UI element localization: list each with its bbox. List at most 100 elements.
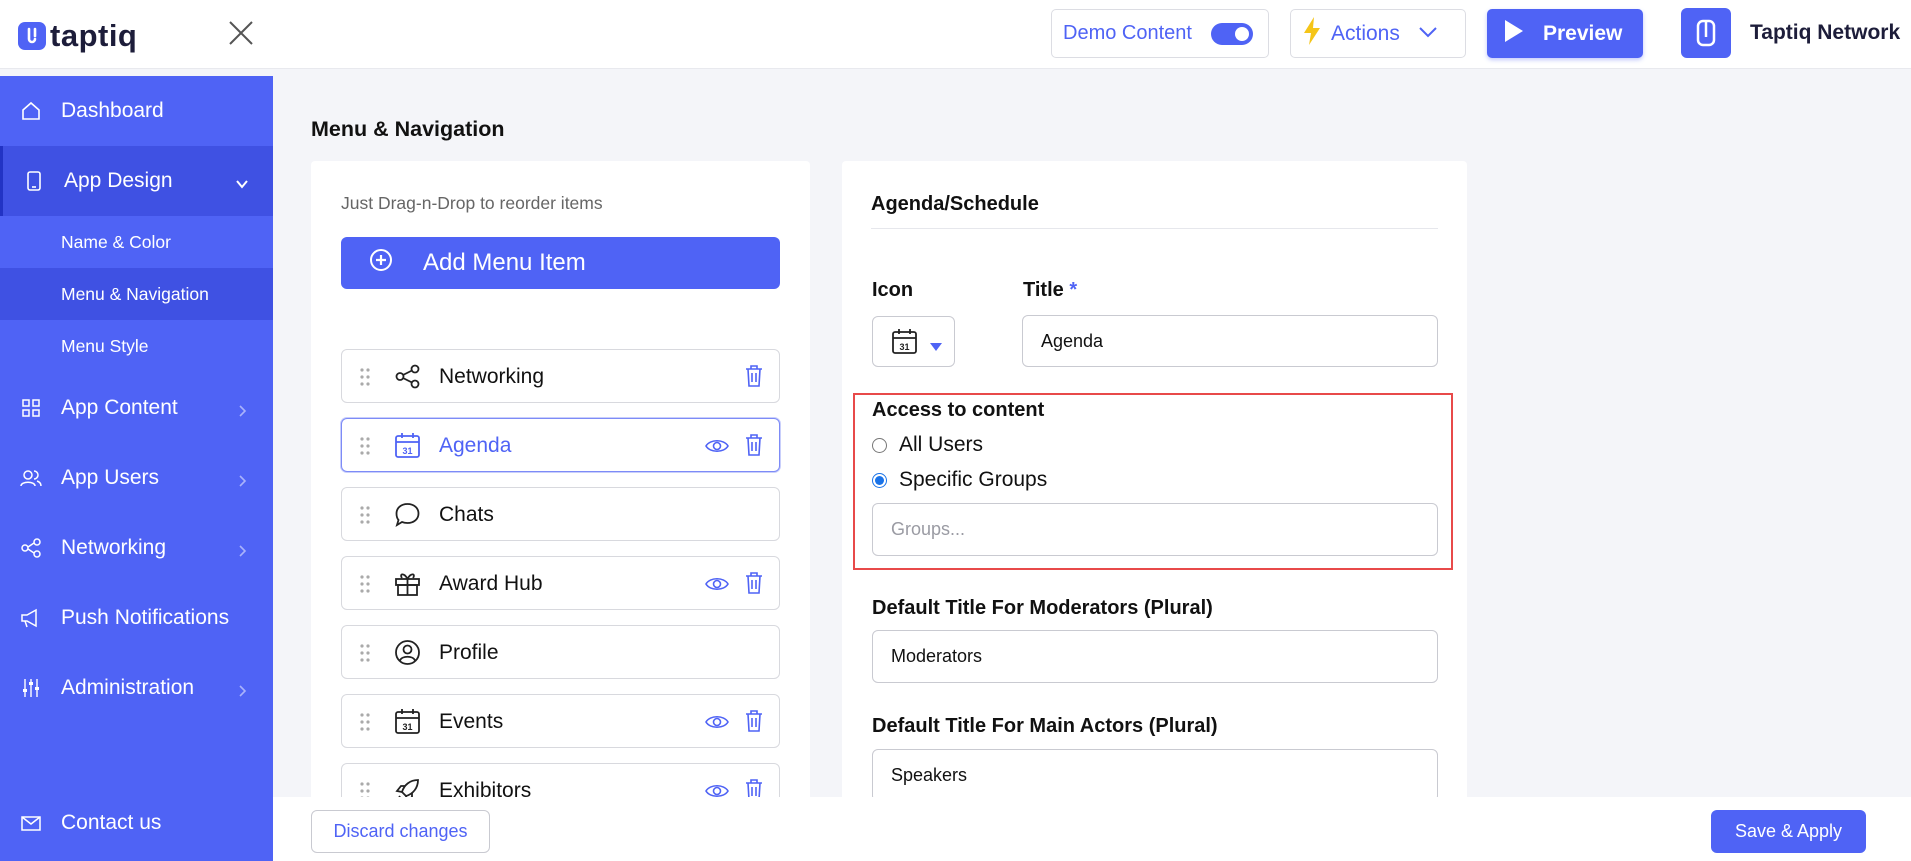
chevron-right-icon bbox=[235, 540, 249, 557]
section-title: Agenda/Schedule bbox=[871, 193, 1039, 215]
menu-item-exhibitors[interactable]: Exhibitors bbox=[341, 763, 780, 801]
sidebar-item-app-users[interactable]: App Users bbox=[0, 443, 273, 513]
demo-content-toggle-box[interactable]: Demo Content bbox=[1051, 9, 1269, 58]
icon-label: Icon bbox=[872, 279, 914, 301]
trash-icon[interactable] bbox=[744, 709, 764, 733]
trash-icon[interactable] bbox=[744, 364, 764, 388]
actions-dropdown[interactable]: Actions bbox=[1290, 9, 1466, 58]
sidebar-item-app-content[interactable]: App Content bbox=[0, 373, 273, 443]
users-icon bbox=[20, 467, 42, 489]
footer-bar: Discard changes Save & Apply bbox=[273, 797, 1911, 861]
sidebar-subitem-menu-navigation[interactable]: Menu & Navigation bbox=[0, 268, 273, 320]
calendar-icon: 31 bbox=[891, 328, 918, 360]
menu-item-profile[interactable]: Profile bbox=[341, 625, 780, 679]
sidebar-subitem-name-color[interactable]: Name & Color bbox=[0, 216, 273, 268]
sidebar-subitem-label: Name & Color bbox=[61, 231, 171, 252]
drag-handle-icon[interactable] bbox=[359, 367, 371, 387]
add-menu-item-button[interactable]: Add Menu Item bbox=[341, 237, 780, 289]
sidebar-subitem-label: Menu Style bbox=[61, 335, 149, 356]
menu-items-panel: Just Drag-n-Drop to reorder items Add Me… bbox=[311, 161, 810, 801]
sidebar-subitem-menu-style[interactable]: Menu Style bbox=[0, 320, 273, 372]
sidebar-item-label: App Design bbox=[64, 169, 173, 192]
sidebar-item-label: Dashboard bbox=[61, 99, 164, 122]
section-divider bbox=[871, 228, 1438, 229]
main-actors-title-value: Speakers bbox=[891, 765, 968, 785]
sidebar-item-label: Contact us bbox=[61, 811, 162, 834]
home-icon bbox=[20, 100, 42, 122]
svg-text:31: 31 bbox=[899, 342, 909, 352]
title-label-text: Title bbox=[1023, 279, 1064, 301]
sidebar-item-label: App Users bbox=[61, 466, 160, 489]
sidebar-item-networking[interactable]: Networking bbox=[0, 513, 273, 583]
sidebar-item-app-design[interactable]: App Design bbox=[0, 146, 273, 216]
radio-button[interactable] bbox=[872, 437, 887, 453]
menu-item-events[interactable]: 31 Events bbox=[341, 694, 780, 748]
menu-item-chats[interactable]: Chats bbox=[341, 487, 780, 541]
trash-icon[interactable] bbox=[744, 433, 764, 457]
drag-handle-icon[interactable] bbox=[359, 643, 371, 663]
sidebar-item-label: App Content bbox=[61, 396, 178, 419]
menu-item-label: Agenda bbox=[439, 434, 512, 457]
org-name[interactable]: Taptiq Network bbox=[1750, 21, 1900, 45]
chevron-right-icon bbox=[235, 680, 249, 697]
app-logo[interactable]: taptiq bbox=[18, 18, 137, 54]
icon-picker-dropdown[interactable]: 31 bbox=[872, 316, 955, 367]
chevron-down-icon bbox=[235, 173, 249, 189]
menu-item-label: Networking bbox=[439, 365, 545, 388]
drag-handle-icon[interactable] bbox=[359, 712, 371, 732]
groups-placeholder: Groups... bbox=[891, 519, 966, 539]
plus-circle-icon bbox=[369, 248, 393, 279]
sidebar-item-contact-us[interactable]: Contact us bbox=[0, 788, 273, 858]
radio-button-selected[interactable] bbox=[872, 472, 887, 488]
menu-item-networking[interactable]: Networking bbox=[341, 349, 780, 403]
sidebar-item-push-notifications[interactable]: Push Notifications bbox=[0, 583, 273, 653]
eye-icon[interactable] bbox=[705, 711, 729, 733]
svg-text:31: 31 bbox=[402, 722, 412, 732]
org-avatar[interactable] bbox=[1681, 8, 1731, 58]
chevron-right-icon bbox=[235, 400, 249, 417]
discard-changes-button[interactable]: Discard changes bbox=[311, 810, 490, 853]
drag-handle-icon[interactable] bbox=[359, 574, 371, 594]
required-mark: * bbox=[1069, 279, 1078, 301]
demo-content-toggle[interactable] bbox=[1211, 23, 1253, 45]
trash-icon[interactable] bbox=[744, 571, 764, 595]
sidebar-item-dashboard[interactable]: Dashboard bbox=[0, 76, 273, 146]
phone-icon bbox=[23, 170, 45, 192]
radio-all-users[interactable]: All Users bbox=[872, 433, 983, 457]
title-input-value: Agenda bbox=[1041, 330, 1104, 351]
lightning-icon bbox=[1301, 16, 1323, 51]
moderators-title-input[interactable]: Moderators bbox=[872, 630, 1438, 683]
drag-handle-icon[interactable] bbox=[359, 436, 371, 456]
demo-content-label: Demo Content bbox=[1063, 22, 1192, 44]
save-apply-button[interactable]: Save & Apply bbox=[1711, 810, 1866, 853]
top-bar: taptiq Demo Content Actions Preview Tapt… bbox=[0, 0, 1911, 69]
menu-item-label: Events bbox=[439, 710, 504, 733]
main-actors-title-input[interactable]: Speakers bbox=[872, 749, 1438, 801]
title-label: Title * bbox=[1023, 279, 1077, 302]
drag-handle-icon[interactable] bbox=[359, 505, 371, 525]
title-input[interactable]: Agenda bbox=[1022, 315, 1438, 367]
play-icon bbox=[1503, 18, 1525, 50]
sidebar-subitem-label: Menu & Navigation bbox=[61, 283, 209, 304]
megaphone-icon bbox=[20, 607, 42, 629]
sidebar-item-label: Networking bbox=[61, 536, 167, 559]
menu-item-award-hub[interactable]: Award Hub bbox=[341, 556, 780, 610]
radio-specific-groups[interactable]: Specific Groups bbox=[872, 468, 1047, 492]
share-icon bbox=[394, 363, 421, 390]
sidebar: Dashboard App Design Name & Color Menu &… bbox=[0, 76, 273, 861]
groups-input[interactable]: Groups... bbox=[872, 503, 1438, 556]
svg-text:31: 31 bbox=[402, 446, 412, 456]
sidebar-item-administration[interactable]: Administration bbox=[0, 653, 273, 723]
page-title: Menu & Navigation bbox=[311, 117, 505, 141]
drag-hint: Just Drag-n-Drop to reorder items bbox=[341, 193, 603, 213]
eye-icon[interactable] bbox=[705, 573, 729, 595]
sidebar-item-label: Administration bbox=[61, 676, 195, 699]
eye-icon[interactable] bbox=[705, 435, 729, 457]
user-circle-icon bbox=[394, 639, 421, 666]
calendar-icon: 31 bbox=[394, 708, 421, 735]
preview-button[interactable]: Preview bbox=[1487, 9, 1643, 58]
radio-label: Specific Groups bbox=[899, 468, 1048, 491]
close-icon[interactable] bbox=[226, 18, 256, 48]
logo-mark-icon bbox=[18, 22, 46, 50]
menu-item-agenda[interactable]: 31 Agenda bbox=[341, 418, 780, 472]
